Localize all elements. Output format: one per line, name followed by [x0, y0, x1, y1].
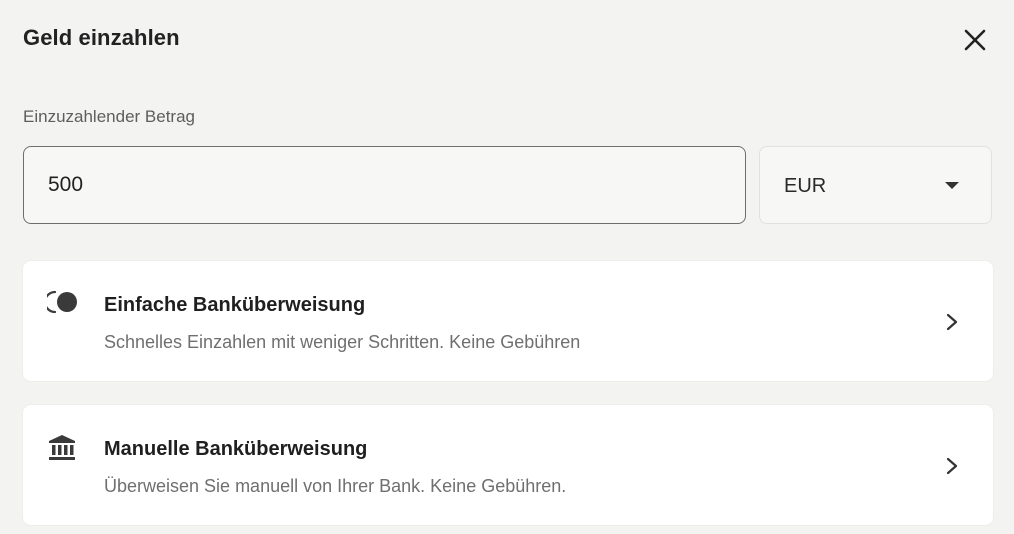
option-description: Überweisen Sie manuell von Ihrer Bank. K…: [104, 476, 567, 496]
currency-value: EUR: [784, 175, 827, 197]
option-title: Manuelle Banküberweisung: [104, 438, 368, 460]
caret-down-icon: [945, 182, 959, 189]
amount-input[interactable]: [23, 146, 746, 224]
amount-label: Einzuzahlender Betrag: [23, 107, 196, 126]
close-button[interactable]: [961, 26, 989, 54]
currency-select[interactable]: EUR: [759, 146, 992, 224]
bank-icon: [49, 435, 75, 460]
option-simple-bank-transfer[interactable]: Einfache Banküberweisung Schnelles Einza…: [23, 261, 993, 381]
option-description: Schnelles Einzahlen mit weniger Schritte…: [104, 332, 581, 352]
chevron-right-icon: [946, 457, 958, 475]
quick-transfer-icon: [47, 290, 77, 314]
option-title: Einfache Banküberweisung: [104, 294, 366, 316]
close-icon: [964, 29, 986, 51]
chevron-right-icon: [946, 313, 958, 331]
dialog-title: Geld einzahlen: [23, 25, 180, 50]
deposit-dialog: Geld einzahlen Einzuzahlender Betrag EUR…: [0, 0, 1014, 534]
option-manual-bank-transfer[interactable]: Manuelle Banküberweisung Überweisen Sie …: [23, 405, 993, 525]
